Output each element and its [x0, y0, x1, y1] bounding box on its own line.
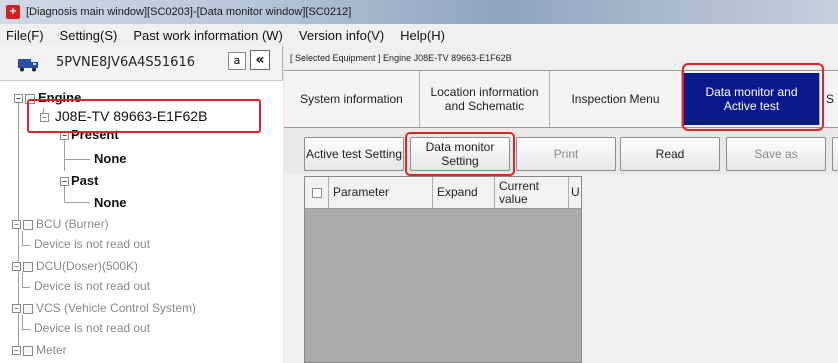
- highlight-data-monitor-setting: [405, 132, 515, 176]
- tree-line: [22, 231, 23, 246]
- window-title: [Diagnosis main window][SC0203]-[Data mo…: [26, 6, 352, 18]
- column-current-value[interactable]: Current value: [495, 177, 569, 208]
- tree-line: [64, 202, 90, 203]
- title-bar: + [Diagnosis main window][SC0203]-[Data …: [0, 0, 838, 24]
- collapse-expander-icon[interactable]: −: [60, 177, 69, 187]
- tree-node-dcu-status: Device is not read out: [34, 279, 151, 293]
- toolbar-overflow-button[interactable]: [832, 137, 838, 171]
- select-all-cell: [305, 177, 329, 208]
- column-unit[interactable]: U: [569, 177, 581, 208]
- expand-expander-icon[interactable]: −: [12, 262, 21, 272]
- menu-file[interactable]: File(F): [6, 28, 44, 43]
- right-panel: [ Selected Equipment ] Engine J08E-TV 89…: [284, 46, 838, 363]
- tab-inspection-menu[interactable]: Inspection Menu: [550, 71, 682, 127]
- tree-line: [64, 159, 90, 160]
- column-expand[interactable]: Expand: [433, 177, 495, 208]
- active-test-setting-button[interactable]: Active test Setting: [304, 137, 404, 171]
- expand-expander-icon[interactable]: −: [12, 304, 21, 314]
- tree-line: [22, 315, 23, 330]
- menu-past-work-information[interactable]: Past work information (W): [133, 28, 283, 43]
- checkbox-bcu[interactable]: [23, 219, 33, 230]
- checkbox-dcu[interactable]: [23, 261, 33, 272]
- app-icon: +: [6, 5, 20, 19]
- tree-node-past[interactable]: − Past: [60, 173, 98, 188]
- data-monitor-grid: Parameter Expand Current value U: [304, 176, 582, 363]
- tree-line: [22, 245, 30, 246]
- tab-system-information[interactable]: System information: [284, 71, 420, 127]
- selected-equipment-label: [ Selected Equipment ] Engine J08E-TV 89…: [290, 53, 512, 63]
- tab-location-information[interactable]: Location information and Schematic: [420, 71, 550, 127]
- collapse-panel-button[interactable]: «: [250, 50, 270, 70]
- highlight-data-monitor-tab: [682, 63, 824, 131]
- collapse-expander-icon[interactable]: −: [14, 94, 23, 104]
- tree-node-vcs-status: Device is not read out: [34, 321, 151, 335]
- highlight-engine-model: [27, 99, 261, 133]
- vehicle-row: 5PVNE8JV6A4S51616 a «: [0, 46, 283, 80]
- toolbar: Active test Setting Data monitor Setting…: [284, 128, 838, 174]
- tree-node-bcu-status: Device is not read out: [34, 237, 151, 251]
- tree-line: [22, 287, 30, 288]
- menu-help[interactable]: Help(H): [400, 28, 445, 43]
- tree-line: [22, 329, 30, 330]
- menu-setting[interactable]: Setting(S): [60, 28, 118, 43]
- tree-node-meter[interactable]: − Meter: [12, 343, 67, 357]
- vehicle-id: 5PVNE8JV6A4S51616: [56, 55, 195, 70]
- checkbox-vcs[interactable]: [23, 303, 33, 314]
- checkbox-meter[interactable]: [23, 345, 33, 356]
- tree-node-dcu[interactable]: − DCU(Doser)(500K): [12, 259, 138, 273]
- select-all-checkbox[interactable]: [311, 187, 322, 198]
- a-button[interactable]: a: [228, 52, 246, 70]
- menu-version-info[interactable]: Version info(V): [299, 28, 384, 43]
- expand-expander-icon[interactable]: −: [12, 220, 21, 230]
- read-button[interactable]: Read: [620, 137, 720, 171]
- left-panel: 5PVNE8JV6A4S51616 a « − Engine − J08E-TV …: [0, 46, 283, 363]
- tree-node-past-value[interactable]: None: [94, 195, 127, 210]
- print-button[interactable]: Print: [516, 137, 616, 171]
- grid-header: Parameter Expand Current value U: [305, 177, 581, 209]
- truck-icon: [18, 59, 38, 72]
- column-parameter[interactable]: Parameter: [329, 177, 433, 208]
- tab-next-partial[interactable]: S: [822, 71, 838, 127]
- tree-node-vcs[interactable]: − VCS (Vehicle Control System): [12, 301, 196, 315]
- tree-line: [22, 273, 23, 288]
- tree-node-present-value[interactable]: None: [94, 151, 127, 166]
- save-as-button[interactable]: Save as: [726, 137, 826, 171]
- expand-expander-icon[interactable]: −: [12, 346, 21, 356]
- menu-bar: File(F) Setting(S) Past work information…: [0, 24, 838, 46]
- tree-node-bcu[interactable]: − BCU (Burner): [12, 217, 109, 231]
